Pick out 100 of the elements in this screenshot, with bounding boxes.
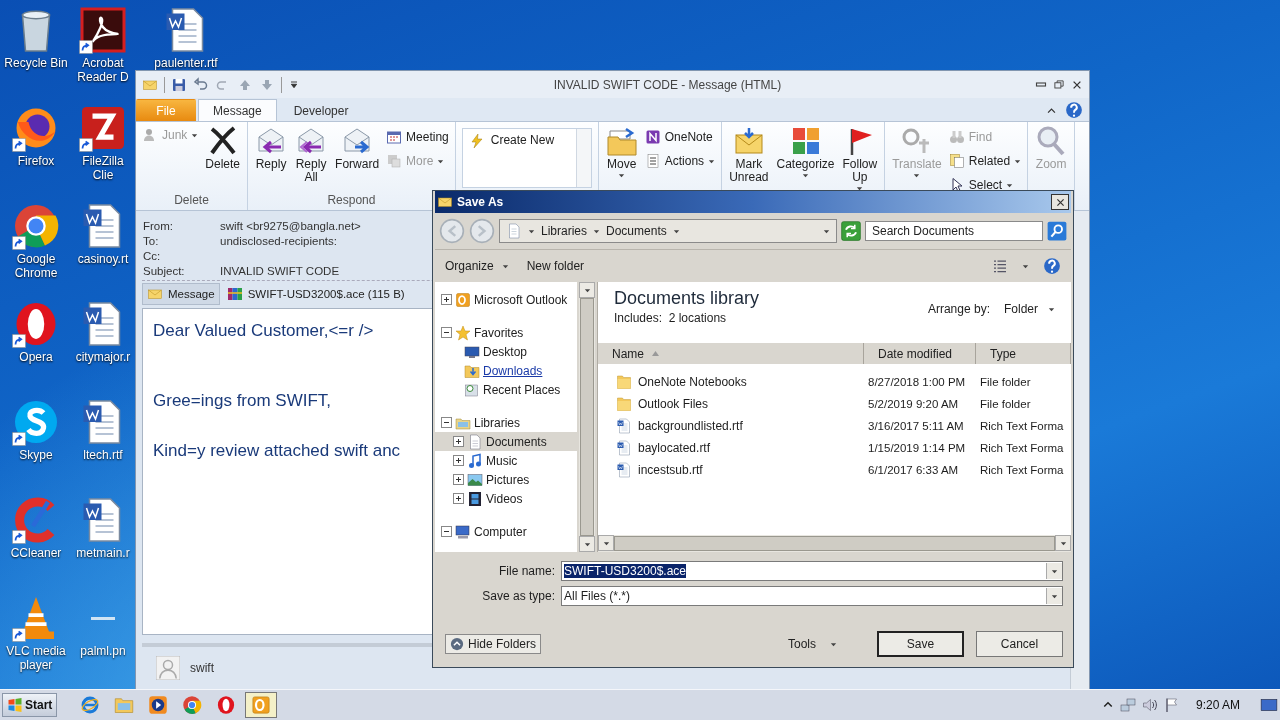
tree-row[interactable]: Recent Places bbox=[435, 380, 577, 399]
breadcrumb-item[interactable]: Libraries bbox=[528, 224, 588, 238]
hide-folders-button[interactable]: Hide Folders bbox=[445, 634, 542, 654]
tree-row[interactable]: Pictures bbox=[435, 470, 577, 489]
ribbon-button[interactable]: Forward bbox=[332, 125, 383, 171]
type-cell-text: Rich Text Forma bbox=[979, 464, 1064, 476]
attachment[interactable]: SWIFT-USD3200$.ace (115 B) bbox=[221, 283, 410, 305]
tree-item[interactable]: Desktop bbox=[483, 344, 528, 359]
tree-row[interactable]: Desktop bbox=[435, 342, 577, 361]
ribbon-button[interactable]: Mark Unread bbox=[726, 125, 772, 184]
header-label: From: bbox=[143, 220, 174, 232]
file-name[interactable]: Outlook Files bbox=[598, 396, 709, 412]
sender-name: swift bbox=[190, 661, 214, 675]
tree-item[interactable]: Favorites bbox=[474, 325, 524, 340]
ribbon-button[interactable]: Delete bbox=[202, 125, 244, 171]
breadcrumb-item[interactable]: Documents bbox=[593, 224, 667, 238]
desktop-icon-label[interactable]: paulenter.rtf bbox=[154, 56, 218, 70]
column-header[interactable]: Date modified bbox=[864, 343, 976, 364]
message-tab[interactable]: Message bbox=[142, 283, 220, 305]
desktop-icon-label[interactable]: Skype bbox=[19, 448, 53, 462]
file-name-field[interactable]: SWIFT-USD3200$.ace bbox=[561, 561, 1063, 581]
desktop-icon-label[interactable]: VLC media player bbox=[0, 644, 72, 672]
date-cell-text: 1/15/2019 1:14 PM bbox=[867, 442, 966, 454]
tree-row[interactable]: Videos bbox=[435, 489, 577, 508]
desktop-icon-label[interactable]: metmain.r bbox=[76, 546, 130, 560]
header-label: Cc: bbox=[143, 250, 161, 262]
ribbon-button[interactable]: OneNote bbox=[642, 127, 718, 147]
file-type-dropdown[interactable]: All Files (*.*) bbox=[561, 586, 1063, 606]
file-name[interactable]: OneNote Notebooks bbox=[598, 374, 747, 390]
column-header[interactable]: Type bbox=[976, 343, 1071, 364]
date-cell-text: 6/1/2017 6:33 AM bbox=[867, 464, 959, 476]
library-includes: Includes: 2 locations bbox=[614, 311, 727, 325]
tree-item[interactable]: Recent Places bbox=[483, 382, 561, 397]
header-value: INVALID SWIFT CODE bbox=[220, 265, 340, 277]
file-name[interactable]: incestsub.rtf bbox=[598, 462, 703, 478]
start-button[interactable]: Start bbox=[2, 693, 58, 717]
ribbon-button[interactable]: Meeting bbox=[384, 127, 451, 147]
desktop-icon-label[interactable]: Opera bbox=[19, 350, 53, 364]
desktop-icon-label[interactable]: ltech.rtf bbox=[83, 448, 123, 462]
header-value: undisclosed-recipients: bbox=[220, 235, 337, 247]
desktop-icon-label[interactable]: casinoy.rt bbox=[77, 252, 129, 266]
ribbon-button[interactable]: Actions bbox=[642, 151, 718, 171]
window-title: INVALID SWIFT CODE - Message (HTML) bbox=[552, 77, 783, 92]
ribbon-button[interactable]: Select bbox=[946, 175, 1024, 195]
tree-item[interactable]: Videos bbox=[486, 491, 523, 506]
tree-row[interactable]: Computer bbox=[435, 522, 577, 541]
tree-row[interactable]: Downloads bbox=[435, 361, 577, 380]
header-value: swift <br9275@bangla.net> bbox=[220, 220, 361, 232]
arrange-dropdown[interactable]: Folder bbox=[1004, 302, 1055, 316]
desktop-icon-label[interactable]: Recycle Bin bbox=[4, 56, 68, 70]
tree-item[interactable]: Downloads bbox=[483, 363, 543, 378]
address-bar[interactable]: Libraries Documents bbox=[499, 219, 837, 243]
arrange-label: Arrange by: bbox=[927, 302, 990, 316]
date-cell-text: 3/16/2017 5:11 AM bbox=[867, 420, 964, 432]
desktop-icon-label[interactable]: citymajor.r bbox=[75, 350, 131, 364]
desktop-icon-label[interactable]: Google Chrome bbox=[0, 252, 72, 280]
quick-step-item[interactable]: Create New bbox=[462, 129, 576, 187]
ribbon-button[interactable]: Related bbox=[946, 151, 1024, 171]
group-label: Respond bbox=[327, 193, 376, 209]
ribbon-tab[interactable]: Message bbox=[198, 99, 277, 121]
header-label: Subject: bbox=[143, 265, 185, 277]
ribbon-button[interactable]: Reply All bbox=[292, 125, 331, 184]
desktop-icon-label[interactable]: Firefox bbox=[17, 154, 55, 168]
desktop-icon-label[interactable]: CCleaner bbox=[10, 546, 62, 560]
tree-item[interactable]: Libraries bbox=[474, 415, 521, 430]
tree-item[interactable]: Microsoft Outlook bbox=[474, 292, 568, 307]
type-cell-text: File folder bbox=[979, 398, 1031, 410]
body-text: Gree=ings from SWIFT, bbox=[153, 391, 332, 412]
dialog-button[interactable]: Cancel bbox=[976, 631, 1063, 657]
tree-item[interactable]: Computer bbox=[474, 524, 527, 539]
desktop-icon-label[interactable]: FileZilla Clie bbox=[72, 154, 134, 182]
tree-row[interactable]: Libraries bbox=[435, 413, 577, 432]
date-cell-text: 5/2/2019 9:20 AM bbox=[867, 398, 959, 410]
tree-row[interactable]: Documents bbox=[435, 432, 577, 451]
ribbon-button[interactable]: Follow Up bbox=[839, 125, 881, 192]
toolbar-button[interactable]: Organize bbox=[445, 259, 509, 273]
library-title: Documents library bbox=[614, 288, 760, 309]
tree-item[interactable]: Pictures bbox=[486, 472, 530, 487]
ribbon-button[interactable]: Reply bbox=[252, 125, 291, 171]
file-name[interactable]: baylocated.rtf bbox=[598, 440, 711, 456]
dialog-button[interactable]: Save bbox=[877, 631, 964, 657]
header-label: To: bbox=[143, 235, 159, 247]
ribbon-button[interactable]: Move bbox=[602, 125, 641, 179]
field-label: File name: bbox=[498, 564, 556, 578]
body-text: Kind=y review attached swift anc bbox=[153, 441, 401, 462]
ribbon-button[interactable]: Categorize bbox=[773, 125, 838, 179]
search-field[interactable]: Search Documents bbox=[865, 221, 1043, 241]
tree-item[interactable]: Music bbox=[486, 453, 518, 468]
tree-row[interactable]: Favorites bbox=[435, 323, 577, 342]
toolbar-button[interactable]: New folder bbox=[526, 259, 585, 273]
column-header[interactable]: Name bbox=[598, 343, 864, 364]
tree-row[interactable]: Music bbox=[435, 451, 577, 470]
tools-button[interactable]: Tools bbox=[782, 636, 843, 652]
ribbon-tab[interactable]: Developer bbox=[278, 99, 364, 121]
tree-item[interactable]: Documents bbox=[486, 434, 547, 449]
group-label: Delete bbox=[174, 193, 209, 209]
tree-row[interactable]: Microsoft Outlook bbox=[435, 290, 577, 309]
desktop-icon-label[interactable]: Acrobat Reader D bbox=[72, 56, 134, 84]
file-name[interactable]: backgroundlisted.rtf bbox=[598, 418, 743, 434]
type-cell-text: Rich Text Forma bbox=[979, 420, 1064, 432]
